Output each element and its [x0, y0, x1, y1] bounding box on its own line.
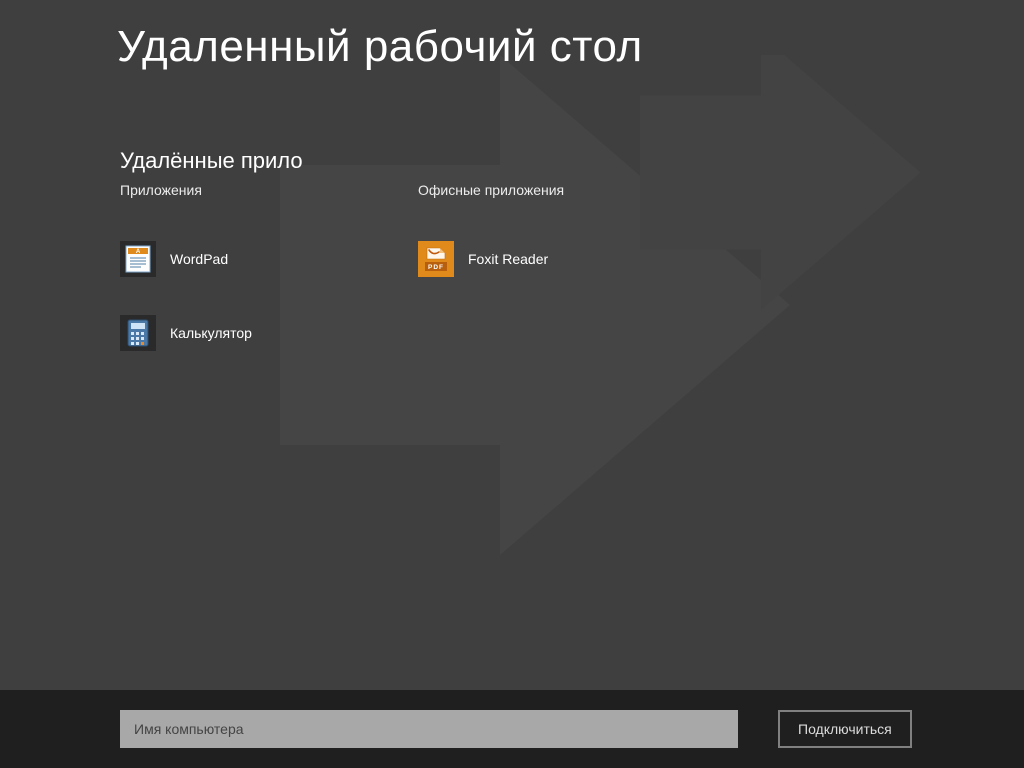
tile-calculator[interactable]: Калькулятор: [120, 312, 400, 354]
group-apps-label: Приложения: [120, 182, 400, 198]
tile-calculator-label: Калькулятор: [170, 325, 252, 341]
tile-wordpad[interactable]: A WordPad: [120, 238, 400, 280]
bottom-bar: Подключиться: [0, 690, 1024, 768]
foxit-pdf-icon: PDF: [418, 241, 454, 277]
wordpad-icon: A: [120, 241, 156, 277]
svg-text:A: A: [136, 249, 141, 255]
tile-wordpad-label: WordPad: [170, 251, 228, 267]
group-office-label: Офисные приложения: [418, 182, 698, 198]
section-subtitle: Удалённые прило: [120, 148, 303, 174]
connect-button[interactable]: Подключиться: [778, 710, 912, 748]
calculator-icon: [120, 315, 156, 351]
computer-name-input[interactable]: [120, 710, 738, 748]
svg-text:PDF: PDF: [428, 264, 444, 271]
group-office: Офисные приложения PDF Foxit Reader: [418, 182, 698, 312]
page-title: Удаленный рабочий стол: [117, 22, 643, 72]
tile-foxit-label: Foxit Reader: [468, 251, 548, 267]
tile-foxit-reader[interactable]: PDF Foxit Reader: [418, 238, 698, 280]
group-apps: Приложения A WordPad: [120, 182, 400, 386]
